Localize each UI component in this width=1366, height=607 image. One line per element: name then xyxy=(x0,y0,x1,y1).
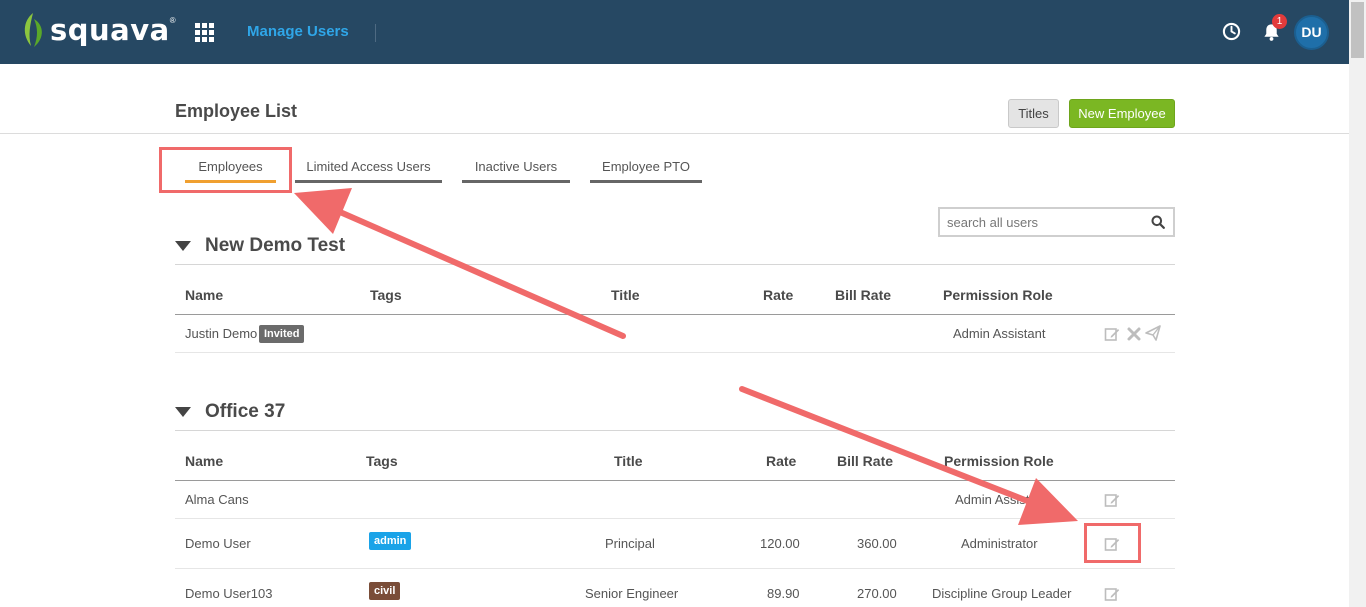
column-header-bill-rate[interactable]: Bill Rate xyxy=(835,287,891,303)
tab-inactive-users[interactable]: Inactive Users xyxy=(462,159,570,183)
permission-role: Discipline Group Leader xyxy=(932,586,1072,601)
annotation-arrows xyxy=(294,188,1078,525)
user-avatar[interactable]: DU xyxy=(1294,15,1329,50)
delete-icon[interactable] xyxy=(1126,326,1142,342)
app-grid-icon[interactable] xyxy=(195,23,214,42)
employee-bill-rate: 270.00 xyxy=(857,586,897,601)
column-header-tags[interactable]: Tags xyxy=(366,453,398,469)
tag-badge: civil xyxy=(369,582,401,600)
tab-label: Employee PTO xyxy=(602,159,690,174)
tab-employee-pto[interactable]: Employee PTO xyxy=(590,159,702,183)
column-header-rate[interactable]: Rate xyxy=(766,453,796,469)
notification-count-badge: 1 xyxy=(1272,14,1287,29)
column-header-title[interactable]: Title xyxy=(614,453,643,469)
column-header-permission-role[interactable]: Permission Role xyxy=(944,453,1054,469)
group-title: New Demo Test xyxy=(205,235,346,256)
group-divider xyxy=(175,430,1175,431)
titles-button[interactable]: Titles xyxy=(1008,99,1059,128)
edit-icon[interactable] xyxy=(1104,326,1120,342)
header-row-divider xyxy=(175,314,1175,315)
group-header-office-37[interactable]: Office 37 xyxy=(175,400,285,424)
permission-role: Admin Assistant xyxy=(953,326,1046,341)
tab-label: Inactive Users xyxy=(474,159,558,174)
employee-name[interactable]: Demo User xyxy=(185,536,251,551)
edit-icon[interactable] xyxy=(1104,586,1120,602)
logo-trademark: ® xyxy=(169,15,176,25)
logo-wordmark: squava xyxy=(50,13,170,47)
tag-badge: admin xyxy=(369,532,412,550)
column-header-permission-role[interactable]: Permission Role xyxy=(943,287,1053,303)
annotation-highlight-edit-icon xyxy=(1084,523,1141,563)
search-box xyxy=(938,207,1175,237)
employee-name[interactable]: Demo User103 xyxy=(185,586,272,601)
tab-underline xyxy=(590,180,702,183)
column-header-tags[interactable]: Tags xyxy=(370,287,402,303)
tab-underline xyxy=(462,180,570,183)
row-divider xyxy=(175,352,1175,353)
manage-users-link[interactable]: Manage Users xyxy=(247,23,349,40)
permission-role: Admin Assistant xyxy=(955,492,1048,507)
employee-rate: 120.00 xyxy=(760,536,800,551)
nav-divider xyxy=(375,24,376,42)
column-header-bill-rate[interactable]: Bill Rate xyxy=(837,453,893,469)
squava-logo[interactable]: squava ® xyxy=(20,10,176,50)
tab-label: Limited Access Users xyxy=(306,159,431,174)
employee-title: Principal xyxy=(605,536,655,551)
clock-icon[interactable] xyxy=(1222,22,1241,41)
search-input[interactable] xyxy=(947,214,1147,231)
column-header-title[interactable]: Title xyxy=(611,287,640,303)
group-divider xyxy=(175,264,1175,265)
scrollbar-thumb[interactable] xyxy=(1351,2,1364,58)
header-divider xyxy=(0,133,1349,134)
new-employee-button[interactable]: New Employee xyxy=(1069,99,1175,128)
row-divider xyxy=(175,518,1175,519)
header-row-divider xyxy=(175,480,1175,481)
annotation-highlight-employees-tab xyxy=(159,147,292,193)
caret-down-icon xyxy=(175,407,191,417)
search-icon[interactable] xyxy=(1151,215,1165,229)
top-navigation-bar: squava ® Manage Users 1 DU xyxy=(0,0,1349,64)
employee-bill-rate: 360.00 xyxy=(857,536,897,551)
leaf-icon xyxy=(24,13,42,47)
employee-name[interactable]: Alma Cans xyxy=(185,492,249,507)
permission-role: Administrator xyxy=(961,536,1038,551)
row-divider xyxy=(175,568,1175,569)
send-invite-icon[interactable] xyxy=(1145,325,1161,341)
column-header-name[interactable]: Name xyxy=(185,287,223,303)
employee-title: Senior Engineer xyxy=(585,586,679,601)
edit-icon[interactable] xyxy=(1104,492,1120,508)
page-title: Employee List xyxy=(175,101,298,121)
group-title: Office 37 xyxy=(205,401,286,422)
caret-down-icon xyxy=(175,241,191,251)
status-badge: Invited xyxy=(259,325,305,343)
tab-underline xyxy=(295,180,442,183)
employee-name[interactable]: Justin Demo xyxy=(185,326,257,341)
column-header-rate[interactable]: Rate xyxy=(763,287,793,303)
page-scrollbar[interactable] xyxy=(1349,0,1366,607)
employee-rate: 89.90 xyxy=(767,586,800,601)
tab-limited-access-users[interactable]: Limited Access Users xyxy=(295,159,442,183)
column-header-name[interactable]: Name xyxy=(185,453,223,469)
group-header-new-demo-test[interactable]: New Demo Test xyxy=(175,234,345,258)
